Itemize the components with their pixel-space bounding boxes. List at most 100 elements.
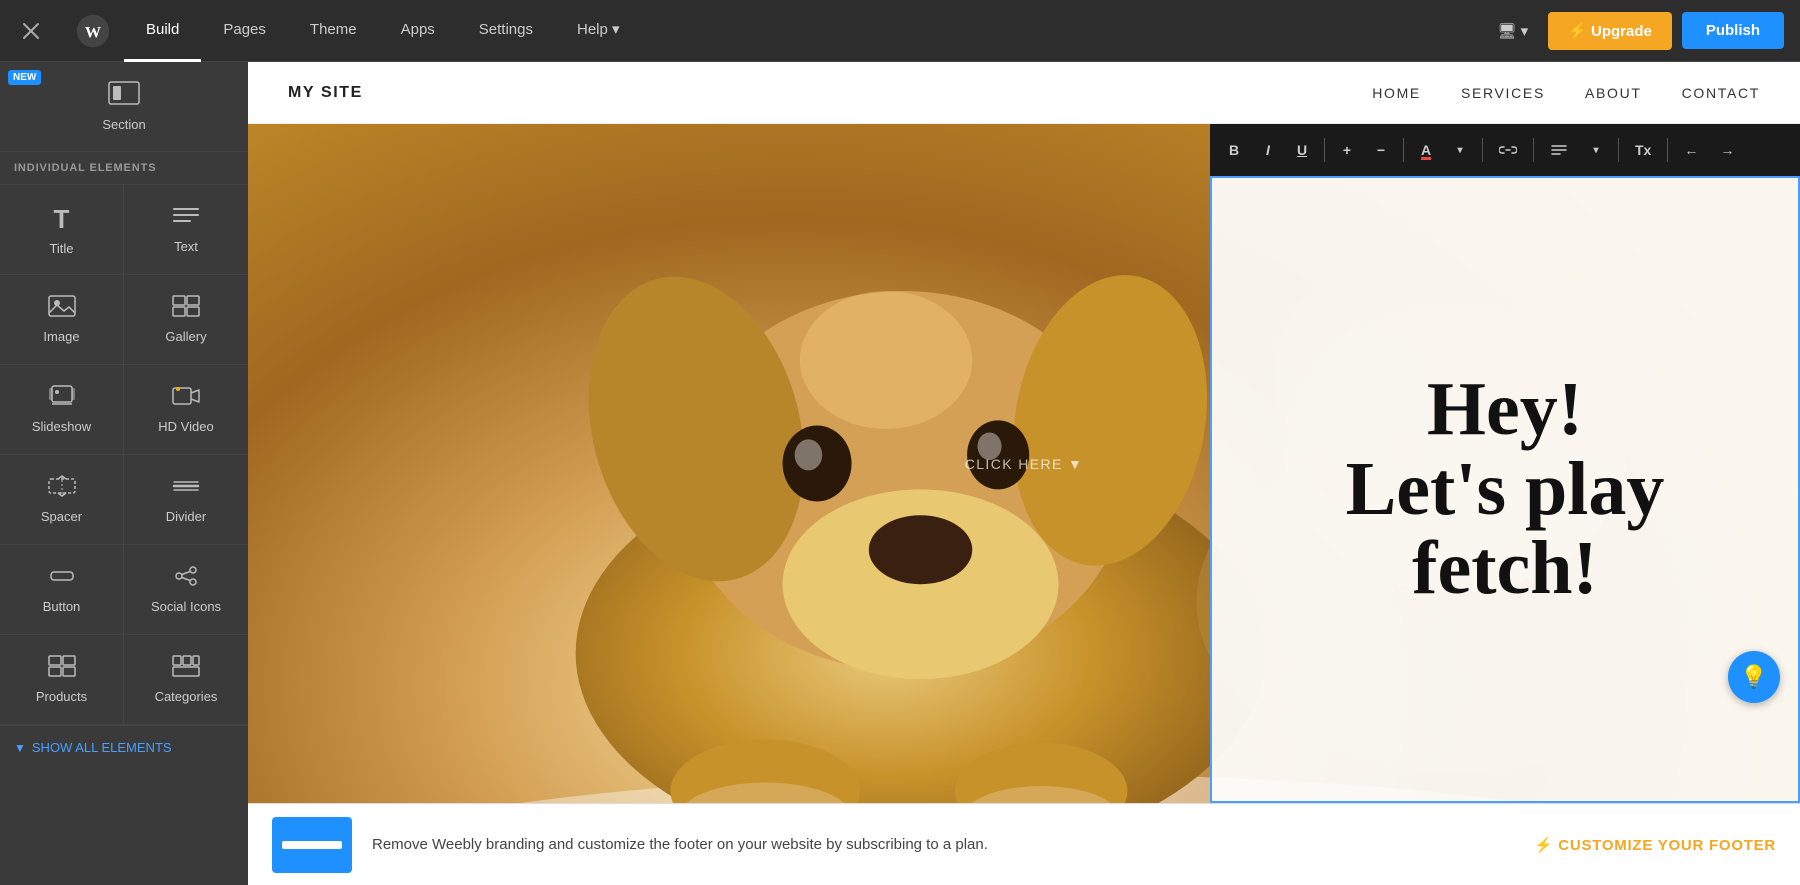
element-image-label: Image xyxy=(43,329,79,344)
element-categories-label: Categories xyxy=(155,689,218,704)
element-text-label: Text xyxy=(174,239,198,254)
link-button[interactable] xyxy=(1489,134,1527,166)
element-button[interactable]: Button xyxy=(0,545,124,635)
image-icon xyxy=(48,295,76,323)
element-gallery-label: Gallery xyxy=(165,329,206,344)
gallery-icon xyxy=(172,295,200,323)
section-icon xyxy=(108,81,140,111)
sidebar: NEW Section INDIVIDUAL ELEMENTS T Title xyxy=(0,62,248,885)
element-products-label: Products xyxy=(36,689,87,704)
publish-button[interactable]: Publish xyxy=(1682,12,1784,49)
hero-line2: Let's play xyxy=(1346,447,1665,531)
help-bubble-button[interactable]: 💡 xyxy=(1728,651,1780,703)
bold-button[interactable]: B xyxy=(1218,134,1250,166)
element-hdvideo-label: HD Video xyxy=(158,419,213,434)
section-element[interactable]: NEW Section xyxy=(0,62,248,152)
element-button-label: Button xyxy=(43,599,81,614)
separator-4 xyxy=(1533,138,1534,162)
separator-6 xyxy=(1667,138,1668,162)
show-all-label: SHOW ALL ELEMENTS xyxy=(32,740,172,755)
spacer-icon xyxy=(48,475,76,503)
element-image[interactable]: Image xyxy=(0,275,124,365)
tab-theme[interactable]: Theme xyxy=(288,0,379,62)
text-content-area[interactable]: Hey! Let's play fetch! xyxy=(1210,176,1800,803)
tab-help[interactable]: Help ▾ xyxy=(555,0,642,62)
footer-preview-inner xyxy=(282,841,342,849)
element-spacer-label: Spacer xyxy=(41,509,82,524)
site-navigation: HOME SERVICES ABOUT CONTACT xyxy=(1372,85,1760,101)
element-title-label: Title xyxy=(49,241,73,256)
hdvideo-icon xyxy=(172,385,200,413)
element-social-icons[interactable]: Social Icons xyxy=(124,545,248,635)
element-title[interactable]: T Title xyxy=(0,185,124,275)
nav-tabs: Build Pages Theme Apps Settings Help ▾ xyxy=(124,0,1487,62)
elements-header: INDIVIDUAL ELEMENTS xyxy=(0,152,248,185)
device-selector[interactable]: 🖥 ▾ xyxy=(1487,22,1538,40)
footer-description: Remove Weebly branding and customize the… xyxy=(372,836,1514,853)
tab-apps[interactable]: Apps xyxy=(379,0,457,62)
social-icons-icon xyxy=(172,565,200,593)
nav-home[interactable]: HOME xyxy=(1372,85,1421,101)
text-editor-overlay: B I U + − A ▾ xyxy=(1210,124,1800,803)
hero-section[interactable]: CLICK HERE ▼ B I U + − A ▾ xyxy=(248,124,1800,803)
separator-1 xyxy=(1324,138,1325,162)
element-slideshow[interactable]: Slideshow xyxy=(0,365,124,455)
footer-bar: Remove Weebly branding and customize the… xyxy=(248,803,1800,885)
element-text[interactable]: Text xyxy=(124,185,248,275)
text-icon xyxy=(172,205,200,233)
tab-settings[interactable]: Settings xyxy=(457,0,555,62)
italic-button[interactable]: I xyxy=(1252,134,1284,166)
element-slideshow-label: Slideshow xyxy=(32,419,91,434)
show-all-elements-button[interactable]: ▼ SHOW ALL ELEMENTS xyxy=(0,725,248,769)
slideshow-icon xyxy=(48,385,76,413)
separator-3 xyxy=(1482,138,1483,162)
color-dropdown[interactable]: ▾ xyxy=(1444,134,1476,166)
svg-text:W: W xyxy=(85,23,101,41)
categories-icon xyxy=(172,655,200,683)
weebly-logo: W xyxy=(62,0,124,62)
footer-preview-image xyxy=(272,817,352,873)
text-color-button[interactable]: A xyxy=(1410,134,1442,166)
upgrade-button[interactable]: ⚡ Upgrade xyxy=(1548,12,1672,50)
title-icon: T xyxy=(54,204,70,235)
top-nav: W Build Pages Theme Apps Settings Help ▾… xyxy=(0,0,1800,62)
element-categories[interactable]: Categories xyxy=(124,635,248,725)
canvas-area: MY SITE HOME SERVICES ABOUT CONTACT xyxy=(248,62,1800,885)
element-products[interactable]: Products xyxy=(0,635,124,725)
clear-format-button[interactable]: Tx xyxy=(1625,134,1661,166)
site-header: MY SITE HOME SERVICES ABOUT CONTACT xyxy=(248,62,1800,124)
customize-footer-button[interactable]: ⚡ CUSTOMIZE YOUR FOOTER xyxy=(1534,836,1776,854)
separator-5 xyxy=(1618,138,1619,162)
button-icon xyxy=(48,565,76,593)
products-icon xyxy=(48,655,76,683)
element-social-icons-label: Social Icons xyxy=(151,599,221,614)
align-button[interactable] xyxy=(1540,134,1578,166)
decrease-font-button[interactable]: − xyxy=(1365,134,1397,166)
hero-heading: Hey! Let's play fetch! xyxy=(1346,370,1665,609)
tab-build[interactable]: Build xyxy=(124,0,201,62)
new-badge: NEW xyxy=(8,70,41,85)
element-divider[interactable]: Divider xyxy=(124,455,248,545)
element-hdvideo[interactable]: HD Video xyxy=(124,365,248,455)
nav-right: 🖥 ▾ ⚡ Upgrade Publish xyxy=(1487,12,1784,50)
redo-button[interactable]: → xyxy=(1710,134,1744,166)
underline-button[interactable]: U xyxy=(1286,134,1318,166)
align-dropdown[interactable]: ▾ xyxy=(1580,134,1612,166)
hero-line1: Hey! xyxy=(1427,367,1583,451)
site-logo: MY SITE xyxy=(288,84,363,102)
nav-contact[interactable]: CONTACT xyxy=(1682,85,1760,101)
nav-about[interactable]: ABOUT xyxy=(1585,85,1642,101)
element-gallery[interactable]: Gallery xyxy=(124,275,248,365)
increase-font-button[interactable]: + xyxy=(1331,134,1363,166)
tab-pages[interactable]: Pages xyxy=(201,0,288,62)
chevron-down-icon: ▼ xyxy=(14,741,26,755)
close-button[interactable] xyxy=(0,0,62,62)
divider-icon xyxy=(172,475,200,503)
nav-services[interactable]: SERVICES xyxy=(1461,85,1545,101)
hero-line3: fetch! xyxy=(1412,526,1598,610)
element-spacer[interactable]: Spacer xyxy=(0,455,124,545)
undo-button[interactable]: ← xyxy=(1674,134,1708,166)
text-formatting-toolbar: B I U + − A ▾ xyxy=(1210,124,1800,176)
main-layout: NEW Section INDIVIDUAL ELEMENTS T Title xyxy=(0,62,1800,885)
element-divider-label: Divider xyxy=(166,509,206,524)
